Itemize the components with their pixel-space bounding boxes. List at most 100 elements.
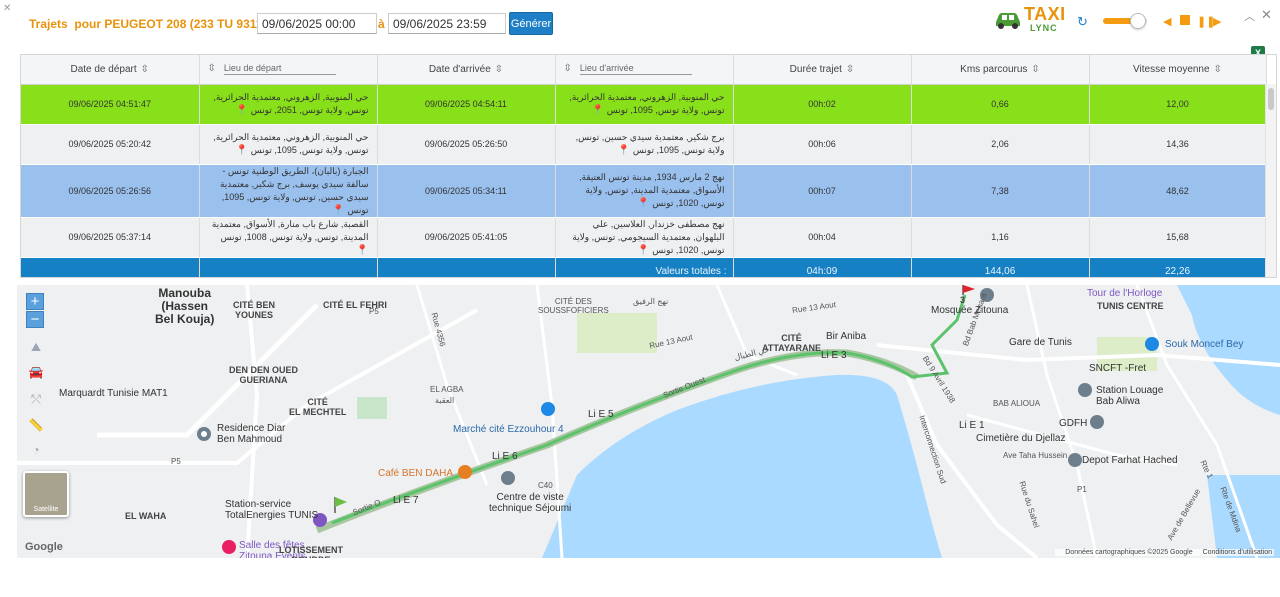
map-label: Ave Taha Hussein	[1003, 451, 1068, 460]
refresh-icon[interactable]: ↻	[1077, 14, 1088, 30]
speed-icon[interactable]: ◔	[27, 443, 45, 459]
stop-icon[interactable]	[1180, 15, 1190, 25]
date-from-input[interactable]	[257, 13, 377, 34]
map-conditions[interactable]: Conditions d'utilisation	[1203, 549, 1272, 556]
cafe-marker-icon[interactable]	[458, 465, 472, 479]
lieu-depart-filter[interactable]: Lieu de départ	[223, 63, 336, 76]
poi-marker[interactable]	[1090, 415, 1104, 429]
sort-icon[interactable]: ⇳	[495, 64, 503, 75]
map-pin-icon[interactable]: 📍	[332, 205, 344, 216]
expand-corner-icon[interactable]: ✕	[3, 3, 11, 14]
map-label: Centre de viste technique Séjoumi	[489, 492, 572, 514]
map-label: Manouba (Hassen Bel Kouja)	[155, 286, 215, 326]
vehicle-icon[interactable]: 🚘	[27, 365, 45, 381]
title-prefix: Trajets	[29, 17, 68, 31]
taxi-lync-logo: TAXI LYNC	[993, 4, 1069, 34]
close-icon[interactable]: ✕	[1261, 7, 1272, 23]
col-lieu-arrivee[interactable]: ⇳ Lieu d'arrivée	[555, 55, 734, 85]
cell-lieu-arrivee: نهج مصطفى خزندار, العلاسين, علي البلهوان…	[555, 217, 734, 258]
totals-kms: 144,06	[911, 257, 1090, 277]
trips-table: Date de départ ⇳ ⇳ Lieu de départ Date d'a…	[20, 54, 1277, 278]
cell-duree: 00h:07	[733, 164, 912, 218]
map-label: نهج الرفيق	[633, 297, 669, 306]
map-label: CITÉ ATTAYARANE	[762, 333, 822, 353]
cell-date-depart: 09/06/2025 04:51:47	[21, 84, 200, 125]
totals-label: Valeurs totales :	[555, 257, 734, 277]
totals-row: Valeurs totales : 04h:09 144,06 22,26	[21, 257, 1267, 277]
sort-icon[interactable]: ⇳	[846, 64, 854, 75]
satellite-toggle[interactable]: Satellite	[23, 471, 69, 517]
map-copyright[interactable]: Données cartographiques ©2025 Google	[1065, 549, 1192, 556]
cell-vitesse: 48,62	[1089, 164, 1267, 218]
map-pin-icon[interactable]: 📍	[637, 245, 649, 256]
date-separator: à	[378, 17, 385, 31]
table-row[interactable]: 09/06/2025 05:20:42 حي المنوبية, الزهرون…	[21, 124, 1267, 165]
cell-date-arrivee: 09/06/2025 04:54:11	[377, 84, 556, 125]
totals-duree: 04h:09	[733, 257, 912, 277]
col-date-depart-label: Date de départ	[70, 63, 137, 75]
measure-icon[interactable]: ⛰	[27, 340, 45, 356]
map-label: Marché cité Ezzouhour 4	[453, 424, 564, 435]
col-kms[interactable]: Kms parcourus ⇳	[911, 55, 1090, 85]
col-date-depart[interactable]: Date de départ ⇳	[21, 55, 200, 85]
map-label: Li E 3	[821, 350, 847, 361]
map-label: CITÉ BEN YOUNES	[233, 300, 276, 320]
col-vitesse[interactable]: Vitesse moyenne ⇳	[1089, 55, 1267, 85]
table-scrollbar[interactable]	[1265, 84, 1276, 277]
playback-speed-slider[interactable]	[1103, 13, 1147, 29]
addr-text: الجبارة (بالبان)، الطريق الوطنية تونس - …	[219, 165, 369, 215]
map-label: DEN DEN OUED GUERIANA	[229, 365, 299, 385]
addr-text: القصبة, شارع باب منارة, الأسواق, معتمدية…	[211, 218, 369, 242]
cell-kms: 1,16	[911, 217, 1090, 258]
sort-icon[interactable]: ⇳	[1031, 64, 1039, 75]
map-label: العقبة	[435, 396, 455, 405]
map-label: GDFH	[1059, 418, 1088, 429]
map-pin-icon[interactable]: 📍	[356, 245, 368, 256]
ruler-icon[interactable]: 📏	[27, 418, 45, 434]
map-pin-icon[interactable]: 📍	[592, 105, 604, 116]
play-backward-icon[interactable]: ◀	[1163, 15, 1171, 28]
zoom-out-button[interactable]: −	[26, 311, 44, 328]
play-forward-icon[interactable]: ▶	[1213, 15, 1221, 28]
poi-marker[interactable]	[501, 471, 515, 485]
poi-marker[interactable]	[1068, 453, 1082, 467]
map-label: Bir Aniba	[826, 331, 867, 342]
poi-marker[interactable]	[1078, 383, 1092, 397]
sort-icon[interactable]: ⇳	[141, 64, 149, 75]
map-pin-icon[interactable]: 📍	[236, 145, 248, 156]
map-pin-icon[interactable]: 📍	[618, 145, 630, 156]
souk-marker-icon[interactable]	[1145, 337, 1159, 351]
map-pin-icon[interactable]: 📍	[637, 198, 649, 209]
sort-icon[interactable]: ⇳	[564, 63, 572, 74]
map-label: EL WAHA	[125, 511, 167, 521]
table-row[interactable]: 09/06/2025 04:51:47 حي المنوبية, الزهرون…	[21, 84, 1267, 125]
cell-vitesse: 12,00	[1089, 84, 1267, 125]
slider-knob[interactable]	[1130, 13, 1147, 29]
cell-lieu-depart: حي المنوبية, الزهروني, معتمدية الحرائرية…	[199, 124, 378, 165]
map-label: Souk Moncef Bey	[1165, 339, 1244, 350]
table-row[interactable]: 09/06/2025 05:26:56 الجبارة (بالبان)، ال…	[21, 164, 1267, 218]
scrollbar-thumb[interactable]	[1268, 88, 1274, 110]
collapse-icon[interactable]: ︿	[1244, 8, 1255, 24]
col-lieu-depart[interactable]: ⇳ Lieu de départ	[199, 55, 378, 85]
col-date-arrivee[interactable]: Date d'arrivée ⇳	[377, 55, 556, 85]
sort-icon[interactable]: ⇳	[208, 63, 216, 74]
route-icon[interactable]: ⤲	[27, 392, 45, 408]
map-label: CITÉ DES SOUSSFOFICIERS	[538, 297, 609, 315]
cell-date-arrivee: 09/06/2025 05:26:50	[377, 124, 556, 165]
zoom-in-button[interactable]: +	[26, 293, 44, 310]
generate-button[interactable]: Générer	[509, 12, 553, 35]
map-label: Station Louage Bab Aliwa	[1096, 385, 1164, 407]
table-row[interactable]: 09/06/2025 05:37:14 القصبة, شارع باب منا…	[21, 217, 1267, 258]
route-map[interactable]: + − ⛰ 🚘 ⤲ 📏 ◔ Satellite Manouba (Hassen …	[17, 285, 1280, 558]
totals-empty	[199, 257, 378, 277]
col-vitesse-label: Vitesse moyenne	[1133, 63, 1210, 75]
map-label: Cimetière du Djellaz	[976, 433, 1066, 444]
event-marker-icon[interactable]	[222, 540, 236, 554]
sort-icon[interactable]: ⇳	[1214, 64, 1222, 75]
map-pin-icon[interactable]: 📍	[236, 105, 248, 116]
lieu-arrivee-filter[interactable]: Lieu d'arrivée	[579, 63, 692, 76]
shopping-marker-icon[interactable]	[541, 402, 555, 416]
col-duree[interactable]: Durée trajet ⇳	[733, 55, 912, 85]
date-to-input[interactable]	[388, 13, 506, 34]
